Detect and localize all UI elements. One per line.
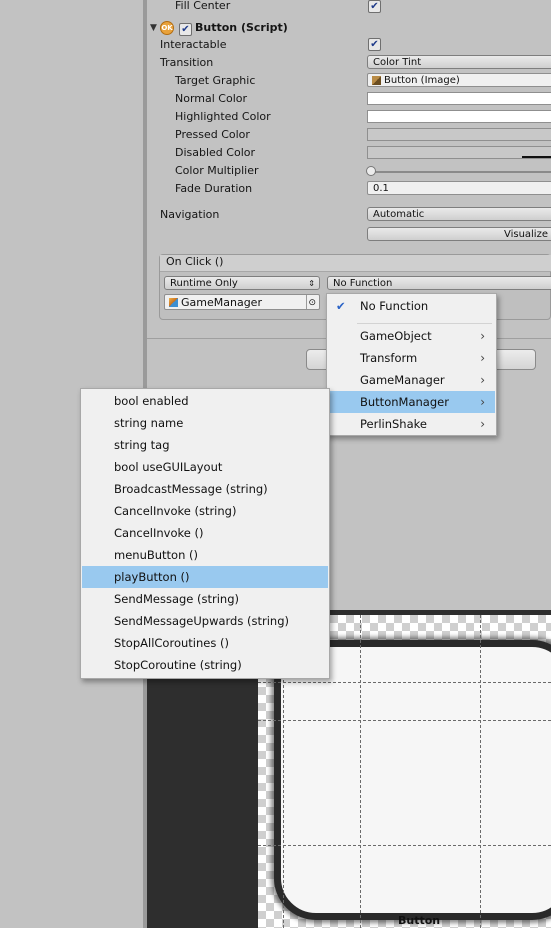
menu-separator xyxy=(357,323,492,324)
menu-item-label: SendMessage (string) xyxy=(114,592,240,606)
menu-item-sendmessageupwards[interactable]: SendMessageUpwards (string) xyxy=(82,610,328,632)
menu-item-label: PerlinShake xyxy=(360,417,427,431)
menu-item-buttonmanager[interactable]: ButtonManager › xyxy=(328,391,495,413)
slice-guide xyxy=(480,615,481,928)
pressed-color-label: Pressed Color xyxy=(175,128,250,141)
chevron-right-icon: › xyxy=(480,417,485,431)
function-menu: ✔ No Function GameObject › Transform › G… xyxy=(326,293,497,436)
menu-item-playbutton[interactable]: playButton () xyxy=(82,566,328,588)
buttonmanager-submenu: bool enabled string name string tag bool… xyxy=(80,388,330,679)
chevron-right-icon: › xyxy=(480,395,485,409)
menu-item-label: menuButton () xyxy=(114,548,199,562)
menu-item-label: bool enabled xyxy=(114,394,189,408)
target-graphic-value: Button (Image) xyxy=(384,75,460,86)
object-field-value: GameManager xyxy=(181,296,262,309)
menu-item-no-function[interactable]: ✔ No Function xyxy=(328,295,495,317)
transition-dropdown[interactable]: Color Tint xyxy=(367,55,551,69)
menu-item-label: GameObject xyxy=(360,329,432,343)
object-picker-icon[interactable]: ⊙ xyxy=(308,295,316,311)
fill-center-label: Fill Center xyxy=(175,0,231,12)
interactable-label: Interactable xyxy=(160,38,227,51)
object-field[interactable]: GameManager ⊙ xyxy=(164,294,320,310)
slice-guide xyxy=(258,720,551,721)
sprite-name-label: Button xyxy=(398,914,441,927)
function-dropdown[interactable]: No Function xyxy=(327,276,551,290)
color-multiplier-track xyxy=(372,171,551,173)
menu-item-string-name[interactable]: string name xyxy=(82,412,328,434)
target-graphic-field[interactable]: Button (Image) xyxy=(367,73,551,87)
menu-item-label: CancelInvoke (string) xyxy=(114,504,237,518)
menu-item-label: string tag xyxy=(114,438,170,452)
menu-item-label: SendMessageUpwards (string) xyxy=(114,614,289,628)
pressed-color-swatch[interactable] xyxy=(367,128,551,141)
highlighted-color-label: Highlighted Color xyxy=(175,110,271,123)
runtime-mode-value: Runtime Only xyxy=(170,278,238,289)
runtime-mode-dropdown[interactable]: Runtime Only ⇕ xyxy=(164,276,320,290)
transition-label: Transition xyxy=(160,56,214,69)
navigation-dropdown[interactable]: Automatic xyxy=(367,207,551,221)
menu-item-gamemanager[interactable]: GameManager › xyxy=(328,369,495,391)
menu-item-string-tag[interactable]: string tag xyxy=(82,434,328,456)
normal-color-swatch[interactable] xyxy=(367,92,551,105)
chevron-right-icon: › xyxy=(480,373,485,387)
menu-item-label: string name xyxy=(114,416,184,430)
slice-guide xyxy=(360,615,361,928)
normal-color-label: Normal Color xyxy=(175,92,248,105)
menu-item-perlinshake[interactable]: PerlinShake › xyxy=(328,413,495,435)
menu-item-broadcastmessage[interactable]: BroadcastMessage (string) xyxy=(82,478,328,500)
script-component-icon: OK xyxy=(160,21,174,35)
menu-item-label: StopCoroutine (string) xyxy=(114,658,242,672)
menu-item-stopcoroutine[interactable]: StopCoroutine (string) xyxy=(82,654,328,676)
color-multiplier-label: Color Multiplier xyxy=(175,164,259,177)
on-click-label: On Click () xyxy=(166,255,224,268)
fade-duration-input[interactable]: 0.1 xyxy=(367,181,551,195)
menu-item-menubutton[interactable]: menuButton () xyxy=(82,544,328,566)
updown-arrows-icon: ⇕ xyxy=(308,279,315,288)
chevron-right-icon: › xyxy=(480,329,485,343)
target-graphic-label: Target Graphic xyxy=(175,74,256,87)
slice-guide xyxy=(258,845,551,846)
gameobject-icon xyxy=(169,298,178,307)
menu-item-gameobject[interactable]: GameObject › xyxy=(328,325,495,347)
menu-item-transform[interactable]: Transform › xyxy=(328,347,495,369)
navigation-label: Navigation xyxy=(160,208,220,221)
menu-item-label: GameManager xyxy=(360,373,445,387)
alpha-bar xyxy=(522,156,551,158)
menu-item-label: BroadcastMessage (string) xyxy=(114,482,268,496)
foldout-arrow-icon[interactable]: ▼ xyxy=(150,23,157,33)
menu-item-bool-useguilayout[interactable]: bool useGUILayout xyxy=(82,456,328,478)
menu-item-label: bool useGUILayout xyxy=(114,460,223,474)
menu-item-stopallcoroutines[interactable]: StopAllCoroutines () xyxy=(82,632,328,654)
menu-item-label: Transform xyxy=(360,351,418,365)
menu-item-label: playButton () xyxy=(114,570,190,584)
menu-item-cancelinvoke[interactable]: CancelInvoke () xyxy=(82,522,328,544)
component-enabled-checkbox[interactable]: ✔ xyxy=(179,23,192,36)
disabled-color-swatch[interactable] xyxy=(367,146,551,159)
disabled-color-label: Disabled Color xyxy=(175,146,256,159)
slice-guide xyxy=(258,682,551,683)
menu-item-label: ButtonManager xyxy=(360,395,449,409)
component-title: Button (Script) xyxy=(195,21,288,34)
object-picker-divider xyxy=(306,295,307,309)
menu-item-label: CancelInvoke () xyxy=(114,526,204,540)
color-multiplier-slider-handle[interactable] xyxy=(366,166,376,176)
chevron-right-icon: › xyxy=(480,351,485,365)
checkmark-icon: ✔ xyxy=(336,299,346,313)
menu-item-sendmessage[interactable]: SendMessage (string) xyxy=(82,588,328,610)
menu-item-label: No Function xyxy=(360,299,429,313)
highlighted-color-swatch[interactable] xyxy=(367,110,551,123)
interactable-checkbox[interactable]: ✔ xyxy=(368,38,381,51)
menu-item-cancelinvoke-string[interactable]: CancelInvoke (string) xyxy=(82,500,328,522)
visualize-label: Visualize xyxy=(503,229,548,240)
visualize-button[interactable]: Visualize xyxy=(367,227,551,241)
menu-item-label: StopAllCoroutines () xyxy=(114,636,229,650)
menu-item-bool-enabled[interactable]: bool enabled xyxy=(82,390,328,412)
image-icon xyxy=(372,76,381,85)
fade-duration-label: Fade Duration xyxy=(175,182,253,195)
fill-center-checkbox[interactable]: ✔ xyxy=(368,0,381,13)
